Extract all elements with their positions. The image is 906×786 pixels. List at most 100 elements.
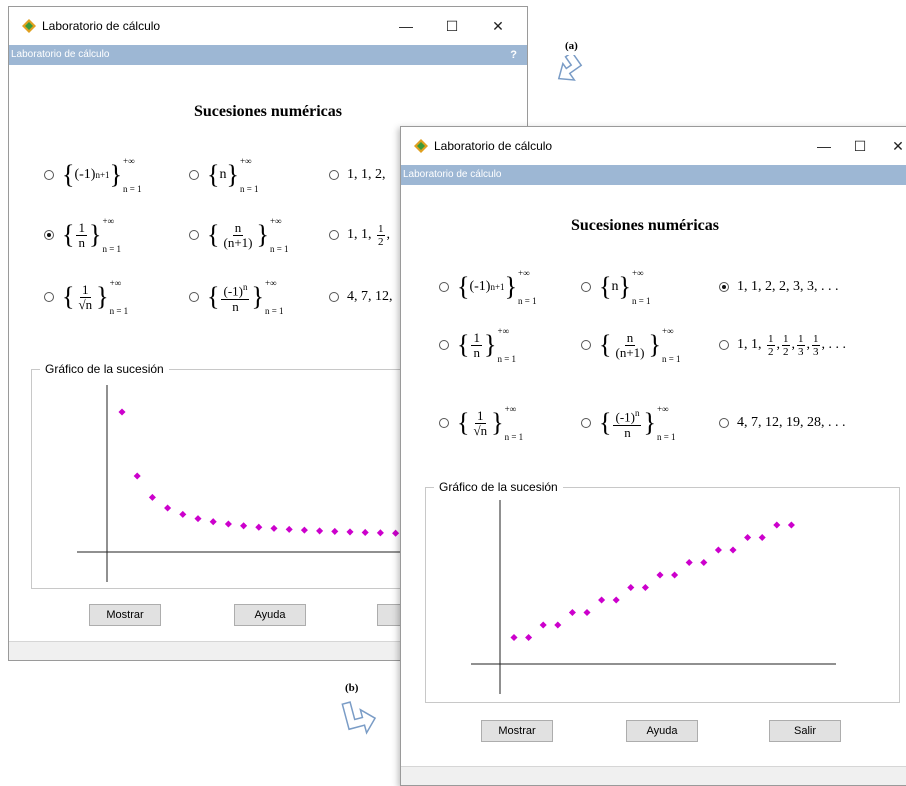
title-bar: Laboratorio de cálculo — ☐ ✕ — [401, 127, 906, 165]
data-point — [787, 521, 795, 529]
menu-title: Laboratorio de cálculo — [11, 49, 110, 60]
data-point — [148, 493, 156, 501]
data-point — [671, 571, 679, 579]
formula: 4, 7, 12, — [347, 289, 393, 304]
option-list-2[interactable]: 1, 1, 12,12,13,13, . . . — [719, 325, 846, 365]
option-neg-one-power[interactable]: {(-1) n+1} +∞ n = 1 — [44, 155, 142, 195]
radio-button[interactable] — [44, 292, 54, 302]
option-list-2[interactable]: 1, 1, 12, — [329, 215, 390, 255]
option-list-1[interactable]: 1, 1, 2, 2, 3, 3, . . . — [719, 267, 839, 307]
radio-button[interactable] — [189, 170, 199, 180]
data-point — [598, 596, 606, 604]
close-button[interactable]: ✕ — [483, 14, 513, 38]
formula: 4, 7, 12, 19, 28, . . . — [737, 415, 846, 430]
option-n[interactable]: {n} +∞ n = 1 — [581, 267, 651, 307]
data-point — [346, 528, 354, 536]
maximize-button[interactable]: ☐ — [845, 134, 875, 158]
window-title: Laboratorio de cálculo — [42, 19, 161, 33]
title-bar: Laboratorio de cálculo — ☐ ✕ — [9, 7, 527, 45]
option-neg-one-n-over-n[interactable]: {(-1)n n} +∞ n = 1 — [189, 277, 284, 317]
page-title: Sucesiones numéricas — [571, 217, 719, 234]
formula: {1 √n} +∞ n = 1 — [457, 404, 524, 442]
data-point — [641, 583, 649, 592]
show-button[interactable]: Mostrar — [89, 604, 161, 626]
option-list-3[interactable]: 4, 7, 12, 19, 28, . . . — [719, 403, 846, 443]
data-point — [656, 571, 664, 579]
option-neg-one-power[interactable]: {(-1) n+1} +∞ n = 1 — [439, 267, 537, 307]
formula: 1, 1, 2, — [347, 167, 386, 182]
formula: {n} +∞ n = 1 — [599, 268, 651, 306]
help-mark-icon[interactable]: ? — [510, 45, 517, 65]
radio-button[interactable] — [189, 230, 199, 240]
option-list-3[interactable]: 4, 7, 12, — [329, 277, 393, 317]
formula: {(-1) n+1} +∞ n = 1 — [62, 156, 142, 194]
data-point — [568, 608, 576, 617]
curved-arrow-down-right-icon — [341, 701, 377, 735]
data-point — [539, 621, 547, 629]
menu-title: Laboratorio de cálculo — [403, 169, 502, 180]
radio-button[interactable] — [581, 282, 591, 292]
option-one-over-sqrt-n[interactable]: {1 √n} +∞ n = 1 — [44, 277, 128, 317]
help-button[interactable]: Ayuda — [626, 720, 698, 742]
formula: {1 n} +∞ n = 1 — [457, 326, 517, 364]
radio-button[interactable] — [719, 418, 729, 428]
option-n-over-n-plus-1[interactable]: {n (n+1)} +∞ n = 1 — [581, 325, 681, 365]
radio-button[interactable] — [329, 230, 339, 240]
data-point — [300, 526, 308, 534]
caption-b: (b) — [345, 682, 359, 694]
option-n-over-n-plus-1[interactable]: {n (n+1)} +∞ n = 1 — [189, 215, 289, 255]
data-point — [376, 529, 384, 537]
data-point — [583, 608, 591, 617]
caption-a: (a) — [565, 40, 578, 52]
option-list-1[interactable]: 1, 1, 2, — [329, 155, 386, 195]
graph-groupbox: Gráfico de la sucesión — [425, 480, 900, 703]
page-title: Sucesiones numéricas — [194, 103, 342, 120]
data-point — [773, 521, 781, 529]
data-point — [240, 522, 248, 530]
option-neg-one-n-over-n[interactable]: {(-1)n n} +∞ n = 1 — [581, 403, 676, 443]
minimize-button[interactable]: — — [391, 14, 421, 38]
radio-button[interactable] — [439, 340, 449, 350]
data-point — [361, 528, 369, 536]
data-point — [392, 529, 400, 537]
data-point — [285, 525, 293, 533]
option-one-over-n[interactable]: {1 n} +∞ n = 1 — [439, 325, 516, 365]
data-point — [133, 472, 141, 480]
data-point — [164, 504, 172, 512]
radio-button[interactable] — [581, 340, 591, 350]
maximize-button[interactable]: ☐ — [437, 14, 467, 38]
data-point — [627, 583, 635, 592]
radio-button[interactable] — [189, 292, 199, 302]
data-point — [685, 558, 693, 567]
help-button[interactable]: Ayuda — [234, 604, 306, 626]
data-point — [194, 515, 202, 523]
window-title: Laboratorio de cálculo — [434, 139, 553, 153]
data-point — [525, 633, 533, 642]
option-one-over-n[interactable]: {1 n} +∞ n = 1 — [44, 215, 121, 255]
sequence-chart — [471, 500, 836, 694]
option-n[interactable]: {n} +∞ n = 1 — [189, 155, 259, 195]
radio-button[interactable] — [581, 418, 591, 428]
radio-button[interactable] — [329, 292, 339, 302]
data-point — [554, 621, 562, 629]
data-point — [255, 523, 263, 531]
radio-button[interactable] — [719, 340, 729, 350]
data-point — [700, 558, 708, 567]
radio-button[interactable] — [439, 418, 449, 428]
minimize-button[interactable]: — — [809, 134, 839, 158]
radio-button-selected[interactable] — [44, 230, 54, 240]
option-one-over-sqrt-n[interactable]: {1 √n} +∞ n = 1 — [439, 403, 523, 443]
show-button[interactable]: Mostrar — [481, 720, 553, 742]
data-point — [612, 596, 620, 604]
radio-button-selected[interactable] — [719, 282, 729, 292]
formula: {n (n+1)} +∞ n = 1 — [207, 216, 289, 254]
radio-button[interactable] — [44, 170, 54, 180]
data-point — [758, 533, 766, 542]
formula: 1, 1, 12,12,13,13, . . . — [737, 332, 846, 358]
radio-button[interactable] — [439, 282, 449, 292]
data-point — [510, 633, 518, 642]
radio-button[interactable] — [329, 170, 339, 180]
exit-button[interactable]: Salir — [769, 720, 841, 742]
formula: {(-1)n n} +∞ n = 1 — [599, 404, 676, 442]
close-button[interactable]: ✕ — [883, 134, 906, 158]
